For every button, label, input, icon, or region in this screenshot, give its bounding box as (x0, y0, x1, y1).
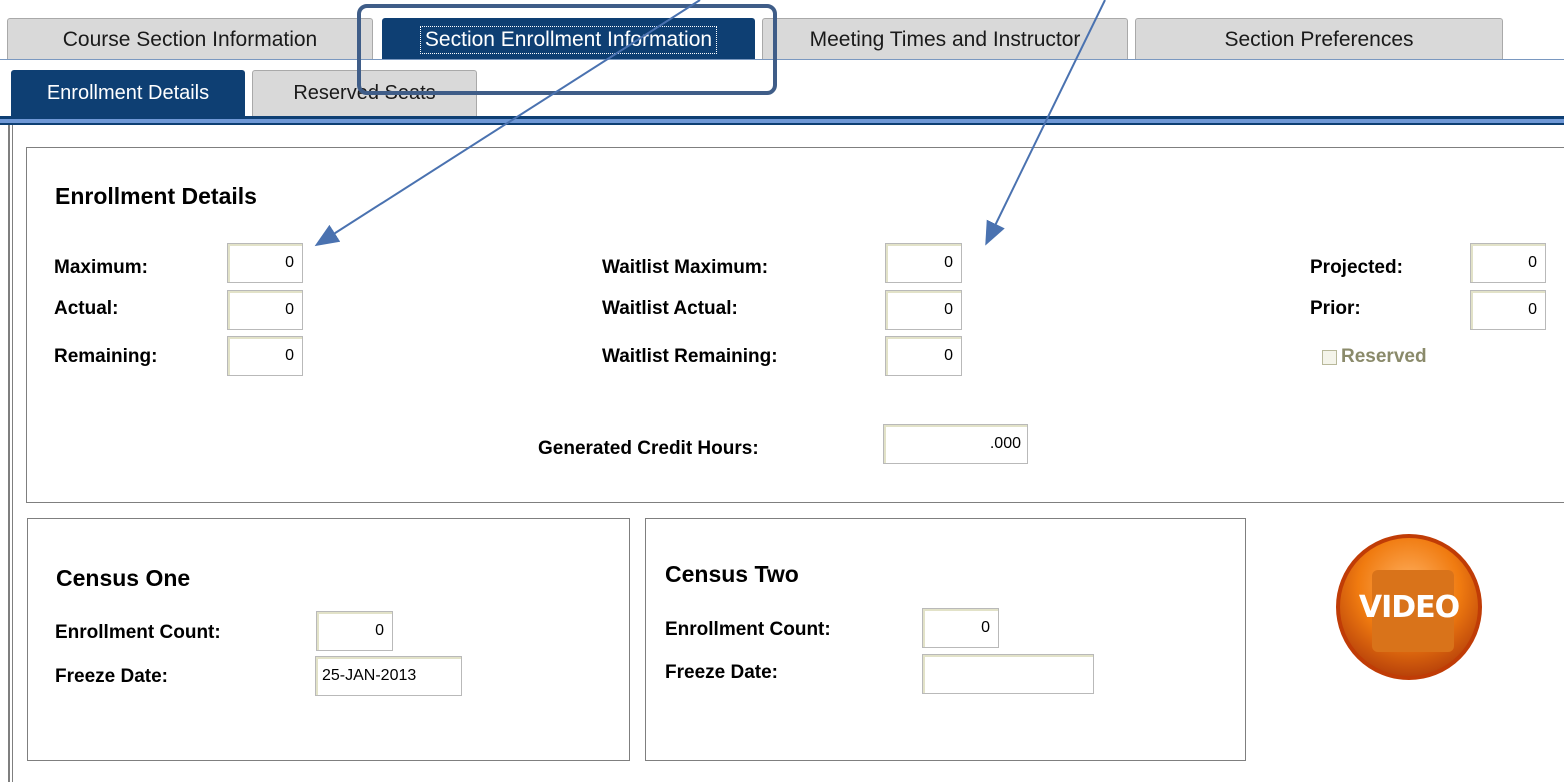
tab-divider (0, 59, 1564, 60)
tab-section-preferences[interactable]: Section Preferences (1135, 18, 1503, 60)
remaining-label: Remaining: (54, 346, 158, 367)
reserved-label: Reserved (1341, 346, 1427, 367)
tab-meeting-times-and-instructor[interactable]: Meeting Times and Instructor (762, 18, 1128, 60)
projected-field[interactable]: 0 (1470, 243, 1546, 283)
tab-label: Meeting Times and Instructor (809, 27, 1081, 51)
tab-label: Course Section Information (62, 27, 318, 51)
census-two-count-field[interactable]: 0 (922, 608, 999, 648)
census-two-count-label: Enrollment Count: (665, 619, 831, 640)
video-label: VIDEO (1358, 589, 1460, 625)
generated-credit-hours-label: Generated Credit Hours: (538, 438, 759, 459)
waitlist-actual-label: Waitlist Actual: (602, 298, 738, 319)
census-one-title: Census One (56, 565, 191, 591)
actual-label: Actual: (54, 298, 119, 319)
waitlist-actual-field[interactable]: 0 (885, 290, 962, 330)
enrollment-details-title: Enrollment Details (55, 183, 257, 209)
census-two-freeze-label: Freeze Date: (665, 662, 778, 683)
maximum-field[interactable]: 0 (227, 243, 303, 283)
tab-label: Section Preferences (1224, 27, 1414, 51)
waitlist-remaining-label: Waitlist Remaining: (602, 346, 778, 367)
actual-field[interactable]: 0 (227, 290, 303, 330)
waitlist-maximum-label: Waitlist Maximum: (602, 257, 769, 278)
tab-course-section-information[interactable]: Course Section Information (7, 18, 373, 60)
census-one-count-field[interactable]: 0 (316, 611, 393, 651)
waitlist-remaining-field[interactable]: 0 (885, 336, 962, 376)
video-play-icon[interactable]: VIDEO (1336, 534, 1482, 680)
generated-credit-hours-field[interactable]: .000 (883, 424, 1028, 464)
census-two-freeze-field[interactable] (922, 654, 1094, 694)
census-one-freeze-label: Freeze Date: (55, 666, 168, 687)
remaining-field[interactable]: 0 (227, 336, 303, 376)
waitlist-maximum-field[interactable]: 0 (885, 243, 962, 283)
census-two-title: Census Two (665, 561, 799, 587)
frame-border (8, 125, 10, 782)
census-one-count-label: Enrollment Count: (55, 622, 221, 643)
prior-field[interactable]: 0 (1470, 290, 1546, 330)
subtab-label: Enrollment Details (46, 82, 210, 104)
projected-label: Projected: (1310, 257, 1403, 278)
reserved-checkbox[interactable]: Reserved (1322, 346, 1427, 368)
checkbox-box[interactable] (1322, 349, 1337, 365)
census-one-freeze-field[interactable]: 25-JAN-2013 (315, 656, 462, 696)
subtab-enrollment-details[interactable]: Enrollment Details (11, 70, 245, 116)
frame-border-inner (12, 125, 13, 782)
prior-label: Prior: (1310, 298, 1361, 319)
maximum-label: Maximum: (54, 257, 148, 278)
subtab-bar-highlight (0, 119, 1564, 123)
annotation-highlight (357, 4, 777, 95)
